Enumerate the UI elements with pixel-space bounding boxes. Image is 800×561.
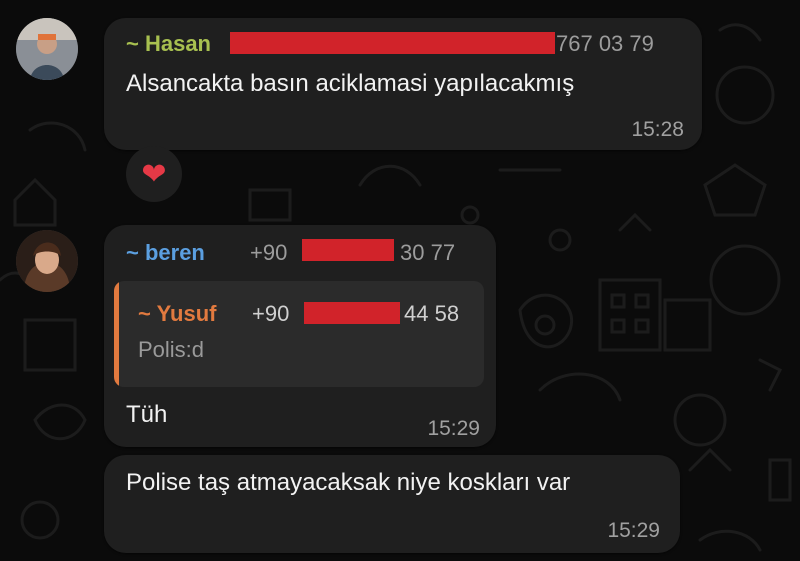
message-time: 15:29 [427, 417, 480, 440]
quoted-phone-suffix: 44 58 [404, 301, 460, 326]
message-text: Alsancakta basın aciklamasi yapılacakmış [126, 70, 575, 97]
sender-phone-beren: 30 77 [400, 240, 456, 265]
quoted-sender-name: ~ Yusuf [138, 301, 217, 326]
person-icon [16, 230, 78, 292]
phone-redaction [230, 32, 555, 54]
message-bubble-beren[interactable]: ~ beren +90 30 77 ~ Yusuf +90 44 58 Poli… [104, 225, 496, 447]
phone-redaction [302, 239, 394, 261]
quote-accent-bar [114, 281, 119, 387]
sender-phone-prefix-beren: +90 [250, 240, 288, 265]
heart-icon: ❤ [141, 157, 167, 191]
avatar-beren[interactable] [16, 230, 78, 292]
message-text: Polise taş atmayacaksak niye koskları va… [126, 469, 571, 496]
person-icon [16, 18, 78, 80]
sender-name-hasan[interactable]: ~ Hasan [126, 31, 211, 57]
message-bubble-beren-2[interactable]: Polise taş atmayacaksak niye koskları va… [104, 455, 680, 553]
quoted-text: Polis:d [138, 337, 205, 362]
message-text: Tüh [126, 401, 168, 428]
reaction-heart[interactable]: ❤ [126, 146, 182, 202]
avatar-hasan[interactable] [16, 18, 78, 80]
quoted-phone-prefix: +90 [252, 301, 290, 326]
sender-phone-hasan: 767 03 79 [556, 31, 654, 56]
message-bubble-hasan[interactable]: ~ Hasan 767 03 79 Alsancakta basın acikl… [104, 18, 702, 150]
phone-redaction [304, 302, 400, 324]
sender-name-beren[interactable]: ~ beren [126, 240, 205, 266]
message-time: 15:29 [607, 519, 660, 542]
message-time: 15:28 [631, 118, 684, 141]
quoted-message[interactable]: ~ Yusuf +90 44 58 Polis:d [114, 281, 484, 387]
